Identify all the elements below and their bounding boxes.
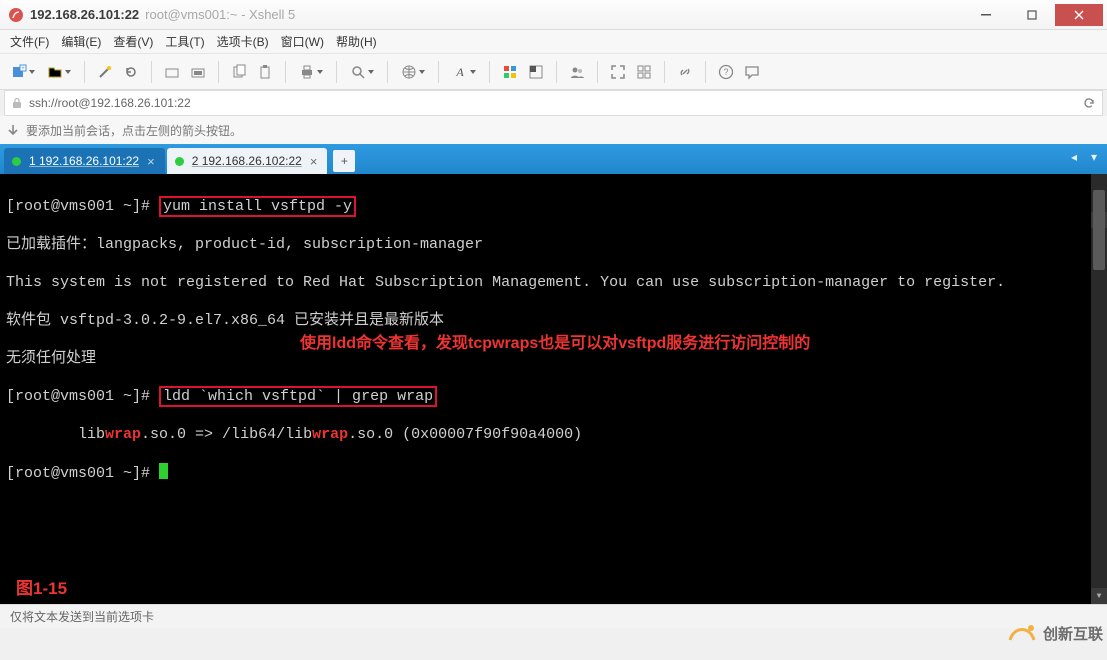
add-tab-button[interactable]: + [333,150,355,172]
cmd-yum-install: yum install vsftpd -y [159,196,356,217]
menu-file[interactable]: 文件(F) [10,33,49,50]
toolbar-separator [705,61,706,83]
output-line: libwrap.so.0 => /lib64/libwrap.so.0 (0x0… [6,425,1101,444]
copy-icon[interactable] [227,60,251,84]
title-host: 192.168.26.101:22 [30,7,139,22]
font-icon[interactable]: A [447,60,481,84]
status-dot-icon [12,157,21,166]
status-text: 仅将文本发送到当前选项卡 [10,608,154,625]
wand-icon[interactable] [93,60,117,84]
tabs-scroll-left[interactable]: ◂ [1065,148,1083,166]
prompt: [root@vms001 ~]# [6,388,159,405]
session-tabstrip: 1 192.168.26.101:22 × 2 192.168.26.102:2… [0,144,1107,174]
fullscreen-icon[interactable] [606,60,630,84]
status-dot-icon [175,157,184,166]
terminal-scrollbar[interactable]: ▲ ▼ [1091,174,1107,604]
watermark-text: 创新互联 [1043,623,1103,644]
watermark: 创新互联 [1007,620,1103,646]
svg-text:+: + [21,66,25,72]
status-bar: 仅将文本发送到当前选项卡 [0,604,1107,628]
toolbar-separator [664,61,665,83]
session-tab-2[interactable]: 2 192.168.26.102:22 × [167,148,328,174]
session-tab-label: 1 192.168.26.101:22 [29,154,139,168]
globe-icon[interactable] [396,60,430,84]
annotation-text: 使用ldd命令查看，发现tcpwraps也是可以对vsftpd服务进行访问控制的 [300,334,810,353]
print-icon[interactable] [294,60,328,84]
toolbar-separator [438,61,439,83]
prompt: [root@vms001 ~]# [6,465,159,482]
help-icon[interactable]: ? [714,60,738,84]
app-icon [8,7,24,23]
scroll-thumb[interactable] [1093,190,1105,270]
hint-text: 要添加当前会话，点击左侧的箭头按钮。 [26,122,242,139]
lock-icon [11,97,23,109]
toolbar-separator [336,61,337,83]
tabs-dropdown[interactable]: ▾ [1085,148,1103,166]
output-line: This system is not registered to Red Hat… [6,273,1101,292]
toolbar-separator [84,61,85,83]
toolbar-separator [387,61,388,83]
maximize-button[interactable] [1009,4,1055,26]
open-icon[interactable] [42,60,76,84]
palette2-icon[interactable] [524,60,548,84]
toolbar-separator [597,61,598,83]
tab-close-icon[interactable]: × [310,154,318,169]
menu-help[interactable]: 帮助(H) [336,33,377,50]
link-icon[interactable] [673,60,697,84]
figure-label: 图1-15 [16,579,67,598]
tab-close-icon[interactable]: × [147,154,155,169]
close-button[interactable] [1055,4,1103,26]
chat-icon[interactable] [740,60,764,84]
titlebar: 192.168.26.101:22 root@vms001:~ - Xshell… [0,0,1107,30]
output-line: 已加载插件：langpacks, product-id, subscriptio… [6,235,1101,254]
toolbar-separator [151,61,152,83]
output-line: 软件包 vsftpd-3.0.2-9.el7.x86_64 已安装并且是最新版本 [6,311,1101,330]
new-session-icon[interactable]: + [6,60,40,84]
reconnect-icon[interactable] [119,60,143,84]
minimize-button[interactable] [963,4,1009,26]
session-tab-1[interactable]: 1 192.168.26.101:22 × [4,148,165,174]
paste-icon[interactable] [253,60,277,84]
people-icon[interactable] [565,60,589,84]
menu-view[interactable]: 查看(V) [113,33,153,50]
toolbar: + A? [0,54,1107,90]
session-tab-label: 2 192.168.26.102:22 [192,154,302,168]
menu-window[interactable]: 窗口(W) [281,33,324,50]
svg-text:A: A [455,65,464,79]
menu-tabs[interactable]: 选项卡(B) [217,33,269,50]
toolbar-separator [218,61,219,83]
prompt: [root@vms001 ~]# [6,198,159,215]
search-icon[interactable] [345,60,379,84]
title-suffix: root@vms001:~ - Xshell 5 [145,7,295,22]
address-input[interactable] [29,96,1082,110]
arrow-down-icon[interactable] [6,123,20,137]
menu-edit[interactable]: 编辑(E) [61,33,101,50]
toolbar-separator [285,61,286,83]
palette-icon[interactable] [498,60,522,84]
toolbar-separator [556,61,557,83]
watermark-logo-icon [1007,620,1037,646]
toolbar-separator [489,61,490,83]
address-bar [4,90,1103,116]
terminal[interactable]: [root@vms001 ~]# yum install vsftpd -y 已… [0,174,1107,604]
folder-open-icon[interactable] [186,60,210,84]
menu-tools[interactable]: 工具(T) [165,33,204,50]
menubar: 文件(F) 编辑(E) 查看(V) 工具(T) 选项卡(B) 窗口(W) 帮助(… [0,30,1107,54]
folder-small-icon[interactable] [160,60,184,84]
scroll-down-icon[interactable]: ▼ [1091,588,1107,604]
svg-text:?: ? [723,67,728,77]
hint-bar: 要添加当前会话，点击左侧的箭头按钮。 [0,116,1107,144]
cmd-ldd-grep: ldd `which vsftpd` | grep wrap [159,386,437,407]
tile-icon[interactable] [632,60,656,84]
cursor [159,463,168,479]
refresh-icon[interactable] [1082,96,1096,110]
